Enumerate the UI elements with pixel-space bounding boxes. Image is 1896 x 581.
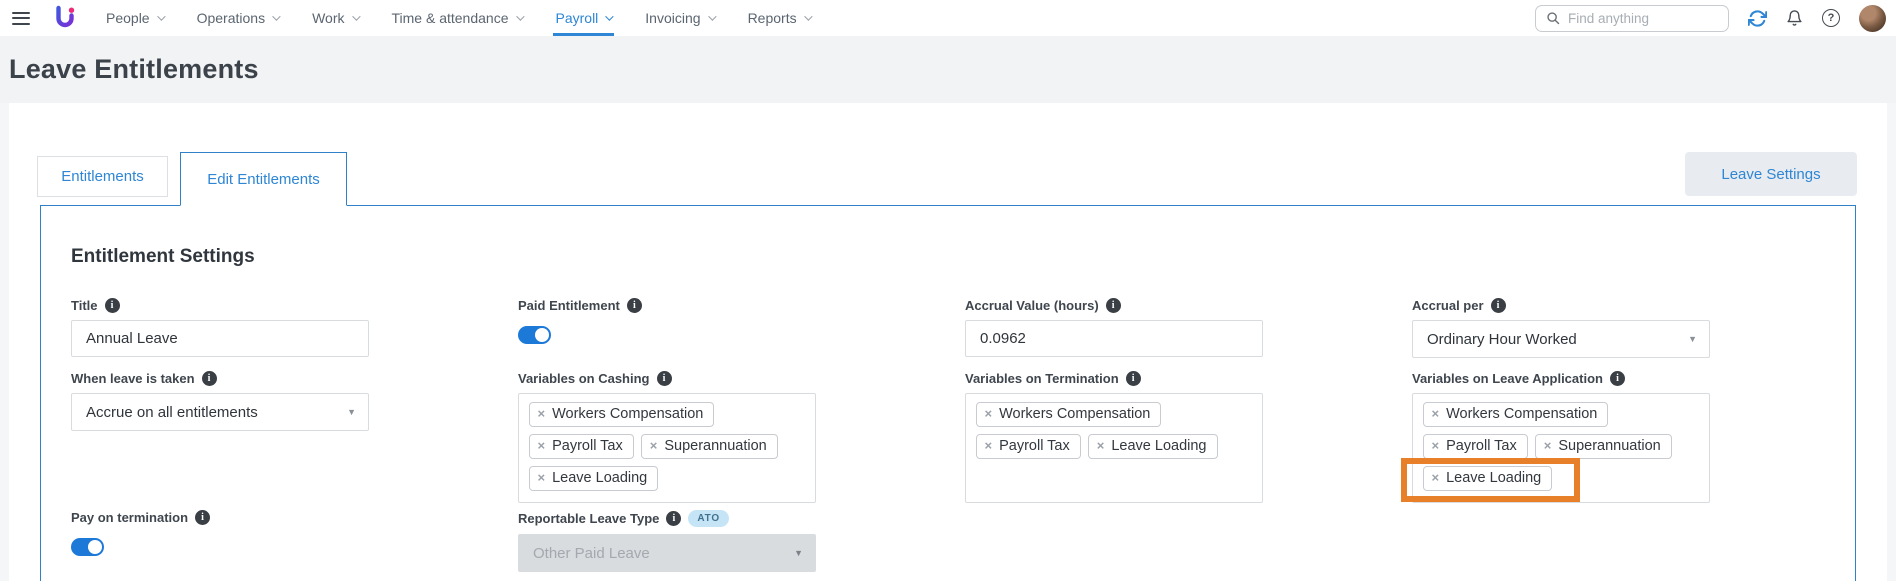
variables-leave-application-tagbox[interactable]: ×Workers Compensation ×Payroll Tax ×Supe… [1412,393,1710,503]
info-icon[interactable]: i [105,298,120,313]
chevron-down-icon [272,12,280,20]
info-icon[interactable]: i [1126,371,1141,386]
when-leave-taken-select[interactable]: Accrue on all entitlements▼ [71,393,369,431]
remove-tag-icon[interactable]: × [1432,470,1440,485]
pay-on-termination-toggle[interactable] [71,538,104,556]
remove-tag-icon[interactable]: × [985,406,993,421]
nav-item-people[interactable]: People [106,0,163,36]
top-navbar: People Operations Work Time & attendance… [0,0,1896,36]
nav-item-invoicing[interactable]: Invoicing [645,0,713,36]
info-icon[interactable]: i [657,371,672,386]
search-icon [1546,11,1560,25]
remove-tag-icon[interactable]: × [538,470,546,485]
caret-down-icon: ▼ [347,407,356,417]
entitlement-settings-panel: Entitlement Settings Titlei Paid Entitle… [40,205,1856,581]
tag[interactable]: ×Workers Compensation [1423,402,1609,427]
leave-settings-button[interactable]: Leave Settings [1685,152,1857,196]
field-accrual-value: Accrual Value (hours)i [965,298,1263,358]
info-icon[interactable]: i [195,510,210,525]
tab-entitlements[interactable]: Entitlements [37,156,168,197]
notifications-bell-icon[interactable] [1786,9,1803,27]
tag[interactable]: ×Workers Compensation [976,402,1162,427]
tag-leave-loading-highlighted[interactable]: ×Leave Loading [1423,466,1553,491]
tag[interactable]: ×Workers Compensation [529,402,715,427]
info-icon[interactable]: i [666,511,681,526]
content-card: Entitlements Edit Entitlements Leave Set… [9,103,1887,581]
accrual-value-input[interactable] [965,320,1263,357]
field-pay-on-termination: Pay on terminationi [71,510,369,572]
menu-icon[interactable] [12,12,30,25]
field-variables-on-termination: Variables on Terminationi ×Workers Compe… [965,371,1263,503]
ato-badge: ATO [688,510,729,527]
paid-entitlement-toggle[interactable] [518,326,551,344]
tag[interactable]: ×Superannuation [641,434,778,459]
chevron-down-icon [157,12,165,20]
info-icon[interactable]: i [627,298,642,313]
caret-down-icon: ▼ [794,548,803,558]
remove-tag-icon[interactable]: × [1097,438,1105,453]
info-icon[interactable]: i [1610,371,1625,386]
info-icon[interactable]: i [1106,298,1121,313]
remove-tag-icon[interactable]: × [650,438,658,453]
page-header: Leave Entitlements [0,36,1896,103]
main-nav: People Operations Work Time & attendance… [106,0,810,36]
nav-item-time-attendance[interactable]: Time & attendance [392,0,522,36]
nav-item-operations[interactable]: Operations [197,0,278,36]
remove-tag-icon[interactable]: × [538,438,546,453]
field-variables-on-cashing: Variables on Cashingi ×Workers Compensat… [518,371,816,503]
nav-item-payroll[interactable]: Payroll [556,0,612,36]
tab-edit-entitlements[interactable]: Edit Entitlements [180,152,347,206]
variables-cashing-tagbox[interactable]: ×Workers Compensation ×Payroll Tax ×Supe… [518,393,816,503]
chevron-down-icon [708,12,716,20]
remove-tag-icon[interactable]: × [1544,438,1552,453]
reportable-leave-type-select: Other Paid Leave▼ [518,534,816,572]
chevron-down-icon [605,12,613,20]
brand-logo-icon[interactable] [54,5,76,31]
field-variables-on-leave-application: Variables on Leave Applicationi ×Workers… [1412,371,1710,503]
chevron-down-icon [804,12,812,20]
info-icon[interactable]: i [1491,298,1506,313]
tag[interactable]: ×Leave Loading [529,466,659,491]
remove-tag-icon[interactable]: × [1432,438,1440,453]
sync-icon[interactable] [1748,9,1767,28]
accrual-per-select[interactable]: Ordinary Hour Worked▼ [1412,320,1710,358]
section-heading: Entitlement Settings [71,246,1855,268]
chevron-down-icon [516,12,524,20]
variables-termination-tagbox[interactable]: ×Workers Compensation ×Payroll Tax ×Leav… [965,393,1263,503]
title-input[interactable] [71,320,369,357]
page-title: Leave Entitlements [9,54,259,85]
remove-tag-icon[interactable]: × [538,406,546,421]
field-title: Titlei [71,298,369,358]
remove-tag-icon[interactable]: × [985,438,993,453]
remove-tag-icon[interactable]: × [1432,406,1440,421]
global-search[interactable] [1535,5,1729,32]
nav-item-work[interactable]: Work [312,0,357,36]
tag[interactable]: ×Superannuation [1535,434,1672,459]
tag[interactable]: ×Payroll Tax [529,434,634,459]
tag[interactable]: ×Payroll Tax [976,434,1081,459]
field-paid-entitlement: Paid Entitlementi [518,298,816,358]
tag[interactable]: ×Leave Loading [1088,434,1218,459]
tag[interactable]: ×Payroll Tax [1423,434,1528,459]
search-input[interactable] [1568,11,1698,26]
field-when-leave-taken: When leave is takeni Accrue on all entit… [71,371,369,503]
field-reportable-leave-type: Reportable Leave TypeiATO Other Paid Lea… [518,510,816,572]
nav-item-reports[interactable]: Reports [748,0,810,36]
chevron-down-icon [352,12,360,20]
help-icon[interactable]: ? [1822,9,1840,27]
caret-down-icon: ▼ [1688,334,1697,344]
tab-bar: Entitlements Edit Entitlements [37,103,1887,205]
field-accrual-per: Accrual peri Ordinary Hour Worked▼ [1412,298,1710,358]
fields-grid: Titlei Paid Entitlementi Accrual Value (… [41,298,1855,572]
user-avatar[interactable] [1859,5,1886,32]
info-icon[interactable]: i [202,371,217,386]
